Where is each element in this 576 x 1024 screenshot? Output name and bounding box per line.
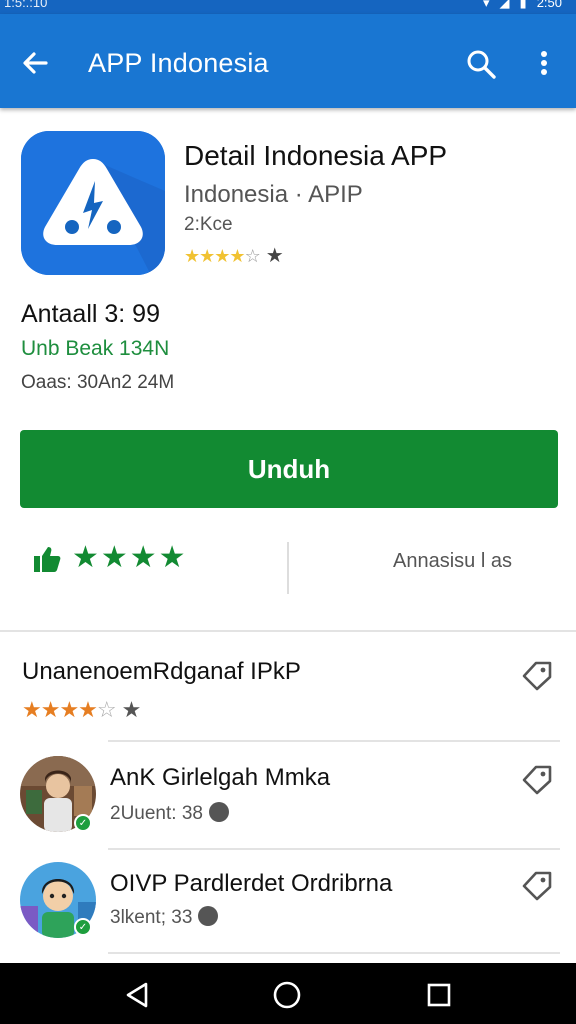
list-item[interactable]: ✓ AnK Girlelgah Mmka 2Uuent: 38 (0, 752, 576, 852)
emoji-icon (208, 802, 229, 822)
list-divider (108, 848, 560, 850)
reviewer-meta: 3lkent; 33 (110, 906, 219, 929)
list-divider (108, 740, 560, 742)
install-button[interactable]: Unduh (20, 430, 558, 508)
app-developer[interactable]: Indonesia · APIP (184, 181, 363, 209)
star-empty-icon: ☆ (244, 246, 261, 266)
star-half-icon: ★ (229, 246, 245, 266)
recent-apps-icon[interactable] (424, 980, 454, 1010)
rating-stars[interactable]: ★★★★ (72, 540, 188, 575)
list-item[interactable]: ✓ OIVP Pardlerdet Ordribrna 3lkent; 33 (0, 858, 576, 958)
search-icon[interactable] (464, 47, 498, 81)
star-icon: ★ (265, 245, 284, 267)
app-bar-title: APP Indonesia (88, 48, 269, 78)
tag-icon[interactable] (520, 762, 554, 796)
navigation-bar (0, 963, 576, 1024)
reviewer-meta: 2Uuent: 38 (110, 802, 229, 825)
app-icon (21, 131, 165, 275)
app-size: 2:Kce (184, 214, 233, 235)
star-filled-icon: ★★★★ (22, 697, 98, 722)
review-stars: ★★★★☆ ★ (22, 697, 142, 723)
review-title: UnanenoemRdganaf IPkP (22, 658, 301, 685)
status-time: 1:5:.:10 (4, 0, 48, 10)
reviewer-meta-text: 3lkent; 33 (110, 907, 193, 928)
verified-badge-icon: ✓ (74, 918, 92, 936)
section-divider (0, 630, 576, 632)
status-icons: ▾ ◢ ▮ 2:50 (483, 0, 562, 10)
app-meta: Oaas: 30An2 24M (21, 372, 175, 393)
list-divider (108, 952, 560, 954)
battery-icon: ▮ (519, 0, 527, 10)
reviewer-name: OIVP Pardlerdet Ordribrna (110, 870, 393, 897)
thumbs-up-icon (32, 544, 62, 574)
status-clock: 2:50 (536, 0, 562, 10)
rating-label[interactable]: Annasisu l as (393, 550, 512, 573)
signal-icon: ◢ (499, 0, 510, 10)
app-rating-stars: ★★★★☆ ★ (184, 243, 284, 268)
tag-icon[interactable] (520, 868, 554, 902)
back-icon[interactable] (122, 980, 152, 1010)
verified-badge-icon: ✓ (74, 814, 92, 832)
star-filled-icon: ★★★ (184, 246, 230, 266)
wifi-icon: ▾ (483, 0, 490, 10)
divider (287, 542, 289, 594)
home-icon[interactable] (272, 980, 302, 1010)
status-bar: 1:5:.:10 ▾ ◢ ▮ 2:50 (0, 0, 576, 14)
emoji-icon (198, 906, 219, 926)
reviewer-meta-text: 2Uuent: 38 (110, 803, 203, 824)
rating-row: ★★★★ Annasisu l as (0, 520, 576, 604)
arrow-left-icon[interactable] (20, 48, 50, 78)
install-count: Antaall 3: 99 (21, 300, 160, 328)
app-title: Detail Indonesia APP (184, 140, 448, 171)
star-icon: ★ (121, 697, 142, 722)
app-bar: APP Indonesia (0, 14, 576, 108)
reviewer-name: AnK Girlelgah Mmka (110, 764, 331, 791)
update-info: Unb Beak 134N (21, 337, 170, 360)
tag-icon[interactable] (520, 658, 554, 692)
star-empty-icon: ☆ (96, 697, 117, 722)
more-vert-icon[interactable] (532, 48, 556, 78)
